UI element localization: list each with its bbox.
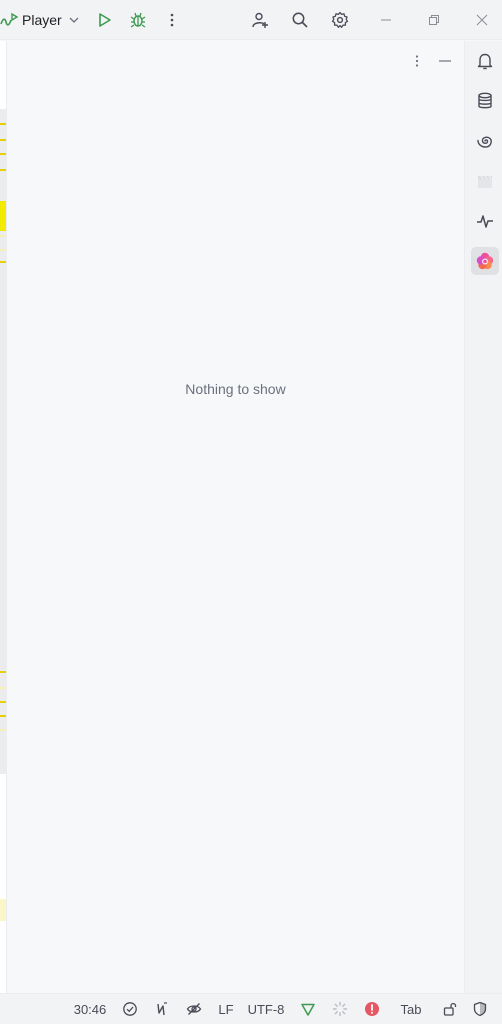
stripe-mark xyxy=(0,139,6,141)
stripe-mark xyxy=(0,687,6,689)
debug-button[interactable] xyxy=(124,6,152,34)
error-stripe xyxy=(0,109,6,774)
search-everywhere-button[interactable] xyxy=(286,6,314,34)
stripe-mark xyxy=(0,235,6,237)
security-widget[interactable] xyxy=(468,994,492,1024)
flower-icon xyxy=(476,252,494,270)
minimize-icon xyxy=(381,19,391,21)
more-actions-button[interactable] xyxy=(158,6,186,34)
close-button[interactable] xyxy=(462,0,502,40)
run-configuration-selector[interactable]: Player xyxy=(0,0,80,40)
restore-button[interactable] xyxy=(414,0,454,40)
error-icon xyxy=(365,1002,379,1016)
indent-widget[interactable]: Tab xyxy=(394,994,428,1024)
empty-state-text: Nothing to show xyxy=(185,381,286,397)
stripe-mark xyxy=(0,729,6,731)
database-icon xyxy=(478,92,492,109)
title-bar: Player xyxy=(0,0,502,40)
caret-position[interactable]: 30:46 xyxy=(68,994,112,1024)
run-config-icon xyxy=(0,12,19,26)
notifications-button[interactable] xyxy=(471,47,499,75)
chevron-down-icon xyxy=(69,17,79,23)
profiler-button[interactable] xyxy=(471,207,499,235)
status-bar: 30:46 LF UTF-8 Tab xyxy=(0,993,502,1024)
file-encoding[interactable]: UTF-8 xyxy=(244,994,288,1024)
inspections-widget[interactable] xyxy=(118,994,142,1024)
spiral-icon xyxy=(477,136,492,148)
readonly-toggle[interactable] xyxy=(182,994,206,1024)
close-icon xyxy=(476,14,488,26)
tool-window: Nothing to show xyxy=(7,41,464,993)
editor-edge xyxy=(0,41,7,993)
clapperboard-icon xyxy=(478,175,492,188)
run-button[interactable] xyxy=(90,6,118,34)
hide-button[interactable] xyxy=(434,49,456,73)
right-tool-strip xyxy=(464,41,502,993)
stripe-mark xyxy=(0,201,6,231)
shield-icon xyxy=(473,1001,487,1017)
stripe-mark xyxy=(0,671,6,673)
minimize-icon xyxy=(439,60,451,62)
database-button[interactable] xyxy=(471,87,499,115)
ai-plugin-button[interactable] xyxy=(471,247,499,275)
triangle-down-icon xyxy=(301,1003,315,1016)
stripe-mark xyxy=(0,261,6,263)
gear-icon xyxy=(331,11,349,28)
more-vertical-icon xyxy=(170,13,174,27)
stripe-mark xyxy=(0,715,6,717)
settings-button[interactable] xyxy=(326,6,354,34)
line-separator[interactable]: LF xyxy=(214,994,238,1024)
stripe-mark xyxy=(0,169,6,171)
stripe-mark xyxy=(0,899,6,921)
stripe-mark xyxy=(0,123,6,125)
media-button[interactable] xyxy=(471,167,499,195)
lock-widget[interactable] xyxy=(438,994,462,1024)
code-with-me-button[interactable] xyxy=(246,6,274,34)
check-circle-icon xyxy=(123,1002,137,1016)
stripe-mark xyxy=(0,153,6,155)
stripe-mark xyxy=(0,249,6,251)
play-icon xyxy=(99,13,111,27)
vcs-widget[interactable] xyxy=(296,994,320,1024)
add-user-icon xyxy=(252,12,268,28)
problems-widget[interactable] xyxy=(360,994,384,1024)
pulse-icon xyxy=(477,215,493,228)
power-save-widget[interactable] xyxy=(150,994,174,1024)
restore-icon xyxy=(429,15,439,25)
options-button[interactable] xyxy=(406,49,428,73)
bug-icon xyxy=(130,12,146,28)
search-icon xyxy=(292,12,308,28)
stripe-mark xyxy=(0,701,6,703)
spinner-icon xyxy=(332,1001,348,1017)
ai-assistant-button[interactable] xyxy=(471,127,499,155)
unlock-icon xyxy=(443,1002,457,1016)
more-vertical-icon xyxy=(415,55,419,67)
lightning-icon xyxy=(157,1002,167,1016)
bell-icon xyxy=(477,53,493,70)
background-tasks[interactable] xyxy=(328,994,352,1024)
minimize-button[interactable] xyxy=(366,0,406,40)
eye-off-icon xyxy=(186,1003,202,1015)
tool-window-actions xyxy=(406,49,456,73)
run-config-label: Player xyxy=(22,12,62,28)
